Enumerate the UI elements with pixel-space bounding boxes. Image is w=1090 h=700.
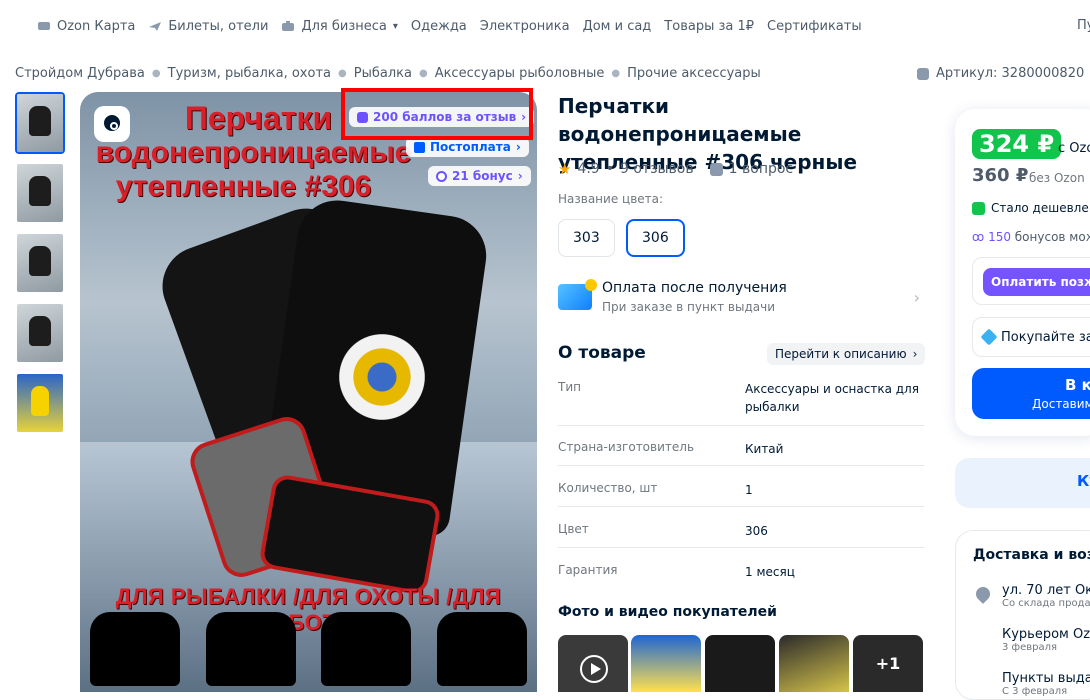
price-card: 324 ₽ с Ozo 360 ₽ без Ozon Стало дешевле… (955, 109, 1090, 436)
chevron-right-icon: › (913, 288, 920, 307)
nav-clothes[interactable]: Одежда (411, 19, 467, 34)
color-option-306[interactable]: 306 (626, 219, 685, 257)
rating-row: ★ 4.9 • 9 отзывов 1 вопрос (558, 160, 794, 178)
sku-text: Артикул: 3280000820 (936, 66, 1085, 81)
color-option-303[interactable]: 303 (558, 219, 615, 257)
customer-photo[interactable] (705, 635, 775, 692)
ozon-card-price: 324 ₽ (972, 129, 1062, 159)
thumbnail[interactable] (15, 92, 65, 154)
add-to-cart-button[interactable]: В ко Доставим (972, 368, 1090, 419)
thumbnail[interactable] (15, 302, 65, 364)
image-search-button[interactable] (94, 106, 130, 142)
breadcrumb-item[interactable]: Рыбалка (354, 66, 412, 81)
delivery-option[interactable]: ул. 70 лет Октя Со склада прода (1002, 583, 1090, 609)
location-pin-icon (973, 584, 993, 604)
price-drop-badge: Стало дешевле (972, 201, 1089, 215)
chevron-right-icon: › (515, 140, 521, 154)
payment-after-delivery[interactable]: Оплата после получения При заказе в пунк… (558, 279, 924, 320)
spec-row: Гарантия 1 месяц (558, 563, 795, 579)
bonus-icon: ꝏ (972, 230, 985, 244)
delivery-title: Доставка и возв (973, 547, 1090, 563)
postpay-icon (414, 141, 425, 153)
nav-business[interactable]: Для бизнеса ▾ (281, 19, 398, 34)
breadcrumb-separator: ● (611, 68, 621, 79)
plane-icon (149, 22, 162, 31)
buy-now-button[interactable]: Ку (955, 458, 1090, 508)
highlight-box (341, 88, 533, 140)
nav-right-link[interactable]: Пу (1077, 18, 1090, 33)
customer-photo[interactable] (631, 635, 701, 692)
postpay-chip[interactable]: Постоплата › (406, 137, 529, 157)
card-icon (38, 22, 50, 30)
delivery-card: Доставка и возв ул. 70 лет Октя Со склад… (955, 530, 1090, 700)
breadcrumb: Стройдом Дубрава ● Туризм, рыбалка, охот… (15, 66, 761, 81)
diamond-icon (980, 328, 998, 346)
nav-tickets[interactable]: Билеты, отели (148, 19, 268, 34)
breadcrumb-item[interactable]: Стройдом Дубрава (15, 66, 145, 81)
without-ozon-label: без Ozon (1029, 171, 1085, 185)
cyclist-icon (90, 612, 180, 686)
thumbnail[interactable] (15, 232, 65, 294)
bonus-info[interactable]: ꝏ 150 бонусов мож (972, 230, 1090, 244)
activity-icons (90, 612, 527, 686)
spec-row: Количество, шт 1 (558, 481, 924, 507)
copy-icon (917, 67, 929, 80)
sku-block[interactable]: Артикул: 3280000820 (917, 66, 1084, 81)
nav-1rub[interactable]: Товары за 1₽ (664, 19, 754, 34)
delivery-option[interactable]: Пункты выдач С 3 февраля (1002, 671, 1090, 697)
star-icon: ★ (558, 160, 572, 178)
chevron-right-icon: › (517, 169, 523, 183)
fisherman-icon (205, 612, 296, 686)
nav-certificates[interactable]: Сертификаты (767, 19, 862, 34)
breadcrumb-separator: ● (338, 68, 347, 79)
pay-later-button[interactable]: Оплатить позже (983, 268, 1090, 296)
nav-electronics[interactable]: Электроника (480, 19, 570, 34)
top-navigation: Ozon Карта Билеты, отели Для бизнеса ▾ О… (0, 0, 1090, 52)
customer-photo[interactable] (779, 635, 849, 692)
spec-row: Тип Аксессуары и оснастка для рыбалки (558, 380, 924, 426)
search-icon (104, 115, 120, 131)
bonus-icon (436, 170, 447, 182)
arrow-down-icon (972, 201, 985, 215)
breadcrumb-separator: ● (151, 68, 161, 79)
skier-icon (321, 612, 412, 686)
nav-ozon-card[interactable]: Ozon Карта (37, 19, 135, 34)
color-label: Название цвета: (558, 192, 664, 206)
about-title: О товаре (558, 343, 646, 363)
regular-price: 360 ₽ (972, 165, 1029, 186)
chevron-right-icon: › (912, 347, 918, 361)
nav-home[interactable]: Дом и сад (583, 19, 652, 34)
worker-icon (436, 612, 527, 686)
main-product-image[interactable]: Перчатки водонепроницаемые утепленные #3… (80, 92, 537, 692)
play-icon (580, 655, 608, 683)
breadcrumb-separator: ● (418, 68, 428, 79)
customer-video[interactable] (558, 635, 628, 692)
bonus-chip[interactable]: 21 бонус › (428, 166, 531, 186)
promo-text: утепленные #306 (115, 170, 372, 203)
pay-later-box: Оплатить позже (972, 257, 1090, 305)
question-icon (709, 162, 723, 176)
go-to-description-button[interactable]: Перейти к описанию › (767, 343, 926, 365)
reviews-link[interactable]: 9 отзывов (620, 161, 694, 177)
chevron-down-icon: ▾ (392, 20, 398, 32)
delivery-option[interactable]: Курьером Ozo 3 февраля (1002, 627, 1090, 653)
thumbnail[interactable] (15, 162, 65, 224)
breadcrumb-item[interactable]: Аксессуары рыболовные (435, 66, 605, 81)
customer-photos-title: Фото и видео покупателей (558, 604, 777, 620)
spec-row: Цвет 306 (558, 522, 924, 548)
brand-logo (332, 327, 432, 427)
payment-card-icon (558, 279, 597, 310)
more-photos[interactable]: +1 (853, 635, 923, 692)
thumbnail[interactable] (15, 372, 65, 434)
buy-for-points[interactable]: Покупайте за (972, 317, 1090, 357)
rating-value: 4.9 (577, 161, 600, 177)
gallery-thumbnails (15, 92, 67, 442)
promo-text: водонепроницаемые (95, 136, 412, 169)
with-ozon-label: с Ozo (1058, 141, 1090, 156)
breadcrumb-item[interactable]: Туризм, рыбалка, охота (168, 66, 331, 81)
briefcase-icon (282, 21, 295, 31)
questions-link[interactable]: 1 вопрос (729, 161, 793, 177)
breadcrumb-item[interactable]: Прочие аксессуары (627, 66, 761, 81)
spec-row: Страна-изготовитель Китай (558, 440, 924, 466)
